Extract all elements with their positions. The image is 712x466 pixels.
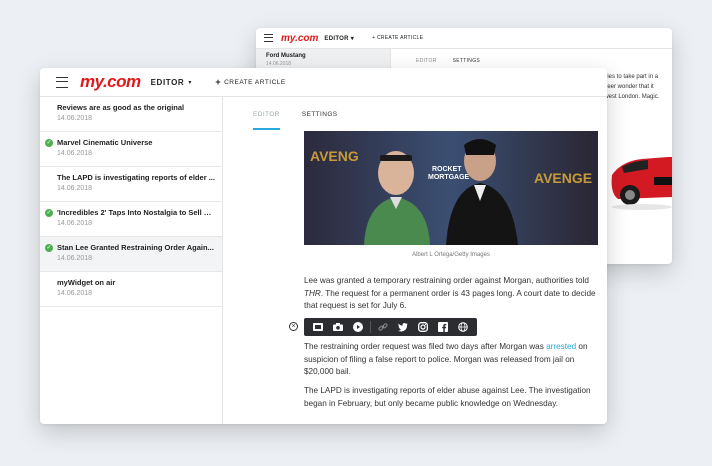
back-tabs: EDITOR SETTINGS bbox=[416, 58, 480, 64]
paragraph[interactable]: The LAPD is investigating reports of eld… bbox=[304, 385, 604, 410]
back-logo: my.com bbox=[281, 32, 319, 44]
site-logo[interactable]: my.com bbox=[80, 72, 141, 92]
article-title: myWidget on air bbox=[57, 278, 116, 287]
paragraph-text: . The request for a permanent order is 4… bbox=[304, 288, 596, 311]
facebook-icon[interactable] bbox=[433, 318, 453, 336]
article-title: Reviews are as good as the original bbox=[57, 103, 185, 112]
list-item[interactable]: Reviews are as good as the original 14.06… bbox=[40, 97, 222, 132]
hamburger-menu-icon[interactable] bbox=[56, 76, 68, 88]
article-date: 14.06.2018 bbox=[57, 255, 93, 262]
svg-text:AVENG: AVENG bbox=[310, 148, 359, 164]
check-icon: ✓ bbox=[45, 209, 53, 217]
back-tab-editor[interactable]: EDITOR bbox=[416, 58, 437, 64]
toolbar-divider bbox=[370, 321, 371, 333]
article-list: Reviews are as good as the original 14.06… bbox=[40, 97, 223, 424]
create-article-label: CREATE ARTICLE bbox=[224, 78, 286, 86]
list-item[interactable]: ✓ 'Incredibles 2' Taps Into Nostalgia to … bbox=[40, 202, 222, 237]
article-title: Stan Lee Granted Restraining Order Again… bbox=[57, 243, 214, 252]
twitter-icon[interactable] bbox=[393, 318, 413, 336]
article-date: 14.06.2018 bbox=[57, 290, 93, 297]
list-item[interactable]: ✓ Marvel Cinematic Universe 14.06.2018 bbox=[40, 132, 222, 167]
article-date: 14.06.2018 bbox=[57, 115, 93, 122]
photo-caption: Albert L Ortega/Getty Images bbox=[412, 252, 490, 258]
camera-icon[interactable] bbox=[328, 318, 348, 336]
paragraph[interactable]: Lee was granted a temporary restraining … bbox=[304, 275, 604, 313]
article-title: 'Incredibles 2' Taps Into Nostalgia to S… bbox=[57, 208, 215, 217]
paragraph-text: The restraining order request was filed … bbox=[304, 342, 547, 351]
check-icon: ✓ bbox=[45, 139, 53, 147]
back-body-line: e sheer wonder that it bbox=[596, 84, 654, 90]
article-title: The LAPD is investigating reports of eld… bbox=[57, 173, 215, 182]
back-article-title: Ford Mustang bbox=[266, 53, 306, 59]
back-editor-label[interactable]: EDITOR ▾ bbox=[324, 35, 354, 42]
article-date: 14.06.2018 bbox=[57, 185, 93, 192]
back-body-text: l series to take part in a e sheer wonde… bbox=[596, 72, 672, 102]
list-item[interactable]: The LAPD is investigating reports of eld… bbox=[40, 167, 222, 202]
insert-toolbar bbox=[304, 318, 477, 336]
publication-name: THR bbox=[304, 288, 321, 298]
paragraph-text: Lee was granted a temporary restraining … bbox=[304, 276, 589, 285]
article-photo[interactable]: AVENG AVENGE ROCKET MORTGAGE bbox=[304, 131, 598, 245]
back-tab-settings[interactable]: SETTINGS bbox=[453, 58, 480, 64]
article-title: Marvel Cinematic Universe bbox=[57, 138, 153, 147]
play-icon[interactable] bbox=[348, 318, 368, 336]
paragraph[interactable]: The restraining order request was filed … bbox=[304, 341, 604, 379]
instagram-icon[interactable] bbox=[413, 318, 433, 336]
article-editor: EDITOR SETTINGS AVENG AVENGE ROCKET MORT… bbox=[223, 97, 607, 424]
link-icon[interactable] bbox=[373, 318, 393, 336]
svg-text:AVENGE: AVENGE bbox=[534, 170, 592, 186]
header-bar: my.com EDITOR ▾ + CREATE ARTICLE bbox=[40, 68, 607, 97]
article-date: 14.06.2018 bbox=[57, 220, 93, 227]
red-car-image bbox=[608, 133, 672, 223]
list-item[interactable]: myWidget on air 14.06.2018 bbox=[40, 272, 222, 307]
article-date: 14.06.2018 bbox=[57, 150, 93, 157]
svg-text:ROCKET: ROCKET bbox=[432, 166, 462, 173]
back-body-line: on west London. Magic. bbox=[596, 94, 660, 100]
gallery-icon[interactable] bbox=[308, 318, 328, 336]
back-create-article[interactable]: + CREATE ARTICLE bbox=[372, 35, 423, 41]
check-icon: ✓ bbox=[45, 244, 53, 252]
close-toolbar-icon[interactable]: × bbox=[289, 322, 298, 331]
editor-tabs: EDITOR SETTINGS bbox=[253, 111, 338, 130]
create-article-button[interactable]: + CREATE ARTICLE bbox=[215, 77, 285, 87]
back-menu-icon[interactable] bbox=[264, 34, 273, 42]
back-body-line: l series to take part in a bbox=[596, 74, 659, 80]
arrested-link[interactable]: arrested bbox=[546, 342, 576, 351]
back-article-date: 14.06.2018 bbox=[266, 61, 292, 67]
tab-editor[interactable]: EDITOR bbox=[253, 111, 280, 130]
svg-text:MORTGAGE: MORTGAGE bbox=[428, 174, 470, 181]
tab-settings[interactable]: SETTINGS bbox=[302, 111, 338, 130]
globe-icon[interactable] bbox=[453, 318, 473, 336]
list-item[interactable]: ✓ Stan Lee Granted Restraining Order Agai… bbox=[40, 237, 222, 272]
editor-window: my.com EDITOR ▾ + CREATE ARTICLE Reviews… bbox=[40, 68, 607, 424]
plus-icon: + bbox=[215, 77, 222, 87]
editor-dropdown[interactable]: EDITOR bbox=[151, 78, 185, 87]
back-topbar: my.com EDITOR ▾ + CREATE ARTICLE bbox=[256, 28, 672, 49]
chevron-down-icon[interactable]: ▾ bbox=[188, 79, 191, 86]
